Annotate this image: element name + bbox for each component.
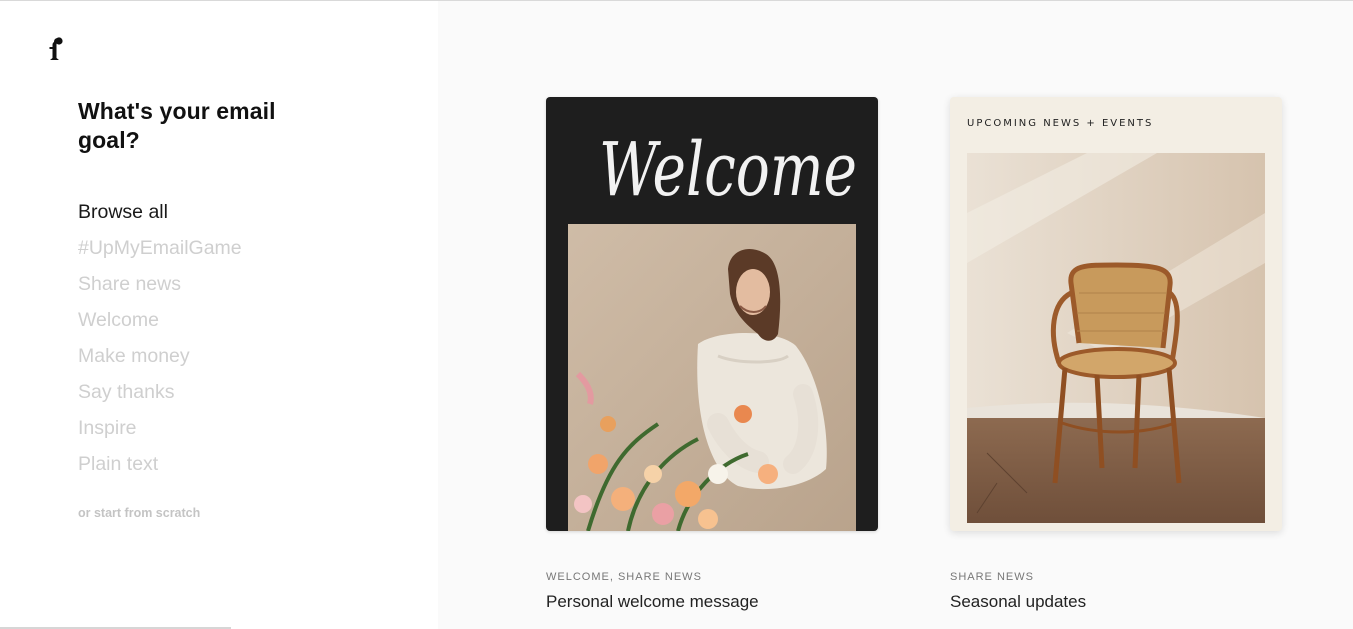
welcome-script-text: Welcome xyxy=(599,127,857,213)
sidebar: What's your email goal? Browse all #UpMy… xyxy=(0,1,438,629)
goal-share-news[interactable]: Share news xyxy=(78,269,242,305)
template-tags-seasonal: SHARE NEWS xyxy=(950,571,1034,583)
page-title: What's your email goal? xyxy=(78,98,276,153)
goal-upmyemailgame[interactable]: #UpMyEmailGame xyxy=(78,233,242,269)
welcome-script-heading: Welcome xyxy=(599,127,857,213)
goal-plain-text[interactable]: Plain text xyxy=(78,449,242,485)
goal-filter-list: Browse all #UpMyEmailGame Share news Wel… xyxy=(78,197,242,485)
goal-make-money[interactable]: Make money xyxy=(78,341,242,377)
goal-welcome[interactable]: Welcome xyxy=(78,305,242,341)
start-from-scratch-link[interactable]: or start from scratch xyxy=(78,506,200,520)
goal-say-thanks[interactable]: Say thanks xyxy=(78,377,242,413)
brand-logo-icon[interactable] xyxy=(47,36,65,64)
newsletter-header-text: UPCOMING NEWS + EVENTS xyxy=(967,118,1154,129)
template-thumbnail-seasonal[interactable]: UPCOMING NEWS + EVENTS xyxy=(950,97,1282,531)
template-thumbnail-welcome[interactable]: Welcome xyxy=(546,97,878,531)
woman-with-flowers-image xyxy=(568,224,856,531)
goal-inspire[interactable]: Inspire xyxy=(78,413,242,449)
template-name-seasonal[interactable]: Seasonal updates xyxy=(950,592,1086,612)
cane-chair-image xyxy=(967,153,1265,523)
template-tags-welcome: WELCOME, SHARE NEWS xyxy=(546,571,702,583)
template-name-welcome[interactable]: Personal welcome message xyxy=(546,592,759,612)
goal-browse-all[interactable]: Browse all xyxy=(78,197,242,233)
